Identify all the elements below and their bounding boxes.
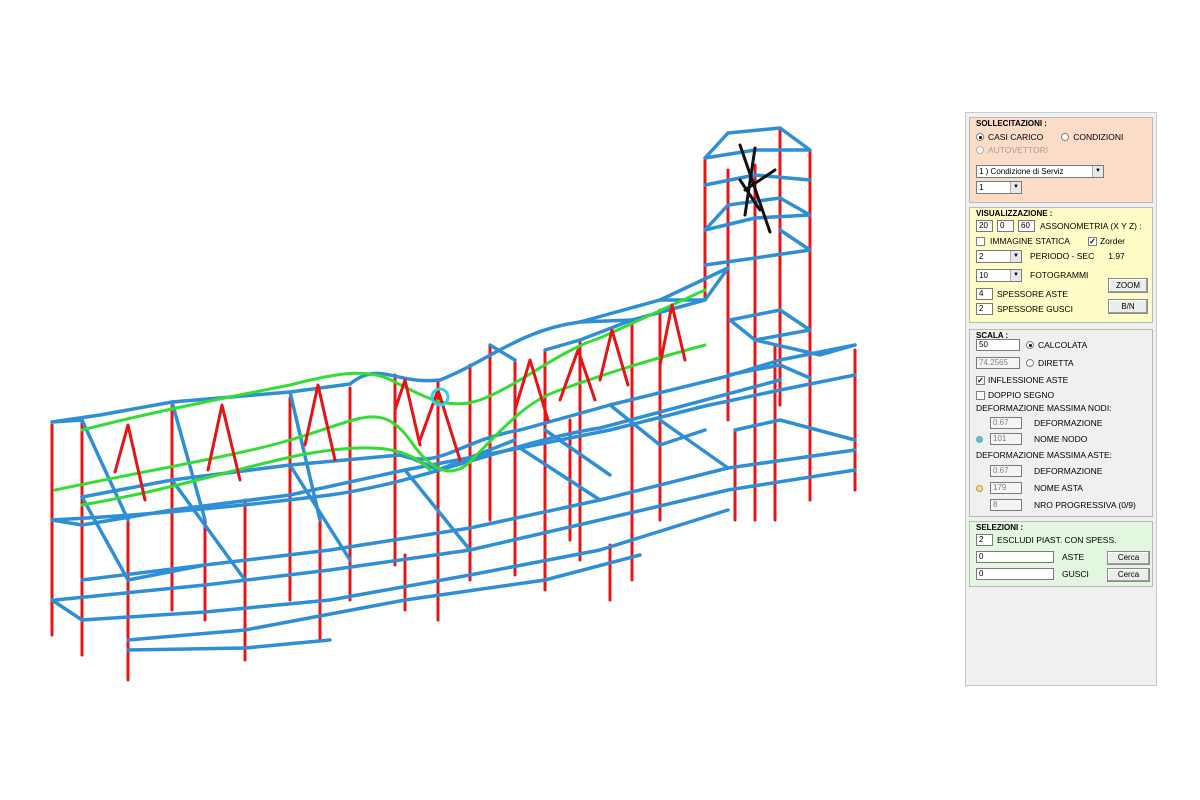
beam <box>658 418 730 470</box>
diretta-label: DIRETTA <box>1038 358 1074 368</box>
spessore-gusci-label: SPESSORE GUSCI <box>997 304 1074 314</box>
nome-asta-output: 179 <box>990 482 1022 494</box>
nome-nodo-label: NOME NODO <box>1034 434 1088 444</box>
cerca-aste-button[interactable]: Cerca <box>1107 551 1150 565</box>
escludi-input[interactable]: 2 <box>976 534 993 546</box>
beam <box>53 468 857 602</box>
beam <box>50 518 84 527</box>
deflection-peak <box>206 403 242 482</box>
beam <box>726 363 812 380</box>
aste-label: ASTE <box>1062 552 1085 562</box>
deflection-peak <box>513 358 550 422</box>
escludi-label: ESCLUDI PIAST. CON SPESS. <box>997 535 1117 545</box>
beam <box>703 126 812 160</box>
autovettori-radio[interactable] <box>976 146 984 154</box>
gusci-input[interactable]: 0 <box>976 568 1054 580</box>
periodo-select-value: 2 <box>979 251 984 261</box>
cerca-gusci-button[interactable]: Cerca <box>1107 568 1150 582</box>
beam <box>728 308 812 342</box>
index-select[interactable]: 1 ▼ <box>976 180 1022 194</box>
axon-y-input[interactable]: 0 <box>997 220 1014 232</box>
beam <box>126 638 332 652</box>
nro-progressiva-output: 8 <box>990 499 1022 511</box>
zorder-label: Zorder <box>1099 236 1126 246</box>
nome-nodo-output: 101 <box>990 433 1022 445</box>
axon-x-input[interactable]: 20 <box>976 220 993 232</box>
beam <box>733 418 857 442</box>
calcolata-label: CALCOLATA <box>1038 340 1088 350</box>
chevron-down-icon: ▼ <box>1092 165 1103 177</box>
doppio-segno-label: DOPPIO SEGNO <box>988 390 1055 400</box>
beam <box>50 266 730 424</box>
immagine-statica-label: IMMAGINE STATICA <box>990 236 1070 246</box>
spessore-aste-label: SPESSORE ASTE <box>997 289 1068 299</box>
fotogrammi-select[interactable]: 10 ▼ <box>976 268 1022 282</box>
def-max-aste-label: DEFORMAZIONE MASSIMA ASTE: <box>976 450 1113 460</box>
casi-carico-label: CASI CARICO <box>988 132 1044 142</box>
calcolata-radio[interactable] <box>1026 341 1034 349</box>
beam <box>753 338 857 357</box>
spessore-aste-input[interactable]: 4 <box>976 288 993 300</box>
control-panel: SOLLECITAZIONI : CASI CARICO CONDIZIONI … <box>965 112 1157 686</box>
condizioni-label: CONDIZIONI <box>1073 132 1124 142</box>
chevron-down-icon: ▼ <box>1010 181 1021 193</box>
doppio-segno-checkbox[interactable] <box>976 390 985 400</box>
node-marker-icon <box>976 435 983 443</box>
fotogrammi-select-value: 10 <box>979 270 988 280</box>
spessore-gusci-input[interactable]: 2 <box>976 303 993 315</box>
chevron-down-icon: ▼ <box>1010 269 1021 281</box>
beam <box>703 228 812 267</box>
inflessione-aste-label: INFLESSIONE ASTE <box>988 375 1069 385</box>
aste-deformazione-output: 0.67 <box>990 465 1022 477</box>
beam-marker-icon <box>976 484 983 492</box>
nome-asta-label: NOME ASTA <box>1034 483 1083 493</box>
immagine-statica-checkbox[interactable] <box>976 236 985 246</box>
fotogrammi-label: FOTOGRAMMI <box>1030 270 1089 280</box>
chevron-down-icon: ▼ <box>1010 250 1021 262</box>
autovettori-label: AUTOVETTORI <box>988 145 1049 155</box>
index-select-value: 1 <box>979 182 984 192</box>
group-visualizzazione: VISUALIZZAZIONE : 20 0 60 ASSONOMETRIA (… <box>969 207 1153 323</box>
beam <box>518 446 602 502</box>
condition-select[interactable]: 1 ) Condizione di Serviz ▼ <box>976 164 1104 178</box>
group-title: SOLLECITAZIONI : <box>976 119 1047 128</box>
gusci-label: GUSCI <box>1062 569 1089 579</box>
axon-label: ASSONOMETRIA (X Y Z) : <box>1040 221 1142 231</box>
condizioni-radio[interactable] <box>1061 133 1070 141</box>
beam <box>703 196 812 232</box>
deflection-peak <box>558 348 597 402</box>
group-title: VISUALIZZAZIONE : <box>976 209 1053 218</box>
deformed-line <box>53 343 707 492</box>
zorder-checkbox[interactable]: ✓ <box>1087 236 1097 246</box>
group-title: SELEZIONI : <box>976 523 1024 532</box>
deflection-peak <box>598 328 630 387</box>
periodo-select[interactable]: 2 ▼ <box>976 249 1022 263</box>
group-scala: SCALA : 50 CALCOLATA 74.2565 DIRETTA ✓ I… <box>969 329 1153 517</box>
axon-z-input[interactable]: 60 <box>1018 220 1035 232</box>
nodi-deformazione-label: DEFORMAZIONE <box>1034 418 1103 428</box>
periodo-label: PERIODO - SEC <box>1030 251 1095 261</box>
beam <box>50 598 84 622</box>
group-selezioni: SELEZIONI : 2 ESCLUDI PIAST. CON SPESS. … <box>969 521 1153 587</box>
nodi-deformazione-output: 0.67 <box>990 417 1022 429</box>
inflessione-aste-checkbox[interactable]: ✓ <box>976 375 985 385</box>
beams <box>50 126 857 652</box>
group-sollecitazioni: SOLLECITAZIONI : CASI CARICO CONDIZIONI … <box>969 117 1153 203</box>
casi-carico-radio[interactable] <box>976 133 984 141</box>
aste-input[interactable]: 0 <box>976 551 1054 563</box>
nro-progressiva-label: NRO PROGRESSIVA (0/9) <box>1034 500 1136 510</box>
periodo-value: 1.97 <box>1108 251 1125 261</box>
condition-select-value: 1 ) Condizione di Serviz <box>979 166 1064 176</box>
bn-button[interactable]: B/N <box>1108 299 1148 314</box>
beam <box>50 418 84 424</box>
def-max-nodi-label: DEFORMAZIONE MASSIMA NODI: <box>976 403 1112 413</box>
diretta-radio[interactable] <box>1026 359 1034 367</box>
structure-viewport[interactable] <box>0 0 960 800</box>
aste-deformazione-label: DEFORMAZIONE <box>1034 466 1103 476</box>
diretta-input[interactable]: 74.2565 <box>976 357 1020 369</box>
calcolata-input[interactable]: 50 <box>976 339 1020 351</box>
